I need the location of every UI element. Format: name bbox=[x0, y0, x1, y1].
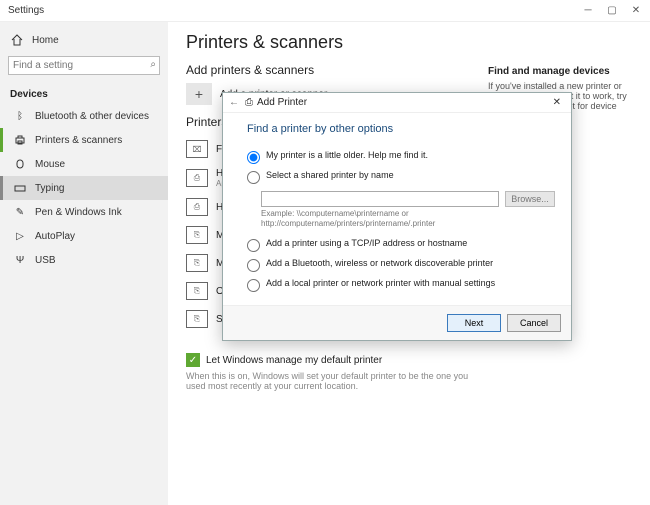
dialog-title: Add Printer bbox=[257, 97, 307, 108]
option-local[interactable]: Add a local printer or network printer w… bbox=[247, 275, 555, 295]
sidebar-item-label: Bluetooth & other devices bbox=[35, 111, 149, 122]
maximize-icon[interactable]: ▢ bbox=[606, 5, 618, 16]
usb-icon: Ψ bbox=[13, 253, 27, 267]
add-printer-dialog: ← ⎙ Add Printer ✕ Find a printer by othe… bbox=[222, 92, 572, 341]
pen-icon: ✎ bbox=[13, 205, 27, 219]
minimize-icon[interactable]: ─ bbox=[582, 5, 594, 16]
default-check-desc: When this is on, Windows will set your d… bbox=[186, 371, 486, 391]
sidebar-item-pen[interactable]: ✎ Pen & Windows Ink bbox=[0, 200, 168, 224]
sidebar-item-label: Typing bbox=[35, 183, 64, 194]
option-tcpip[interactable]: Add a printer using a TCP/IP address or … bbox=[247, 235, 555, 255]
close-icon[interactable]: ✕ bbox=[630, 5, 642, 16]
sidebar-item-mouse[interactable]: Mouse bbox=[0, 152, 168, 176]
option-label: Add a printer using a TCP/IP address or … bbox=[266, 238, 467, 248]
shared-name-input[interactable] bbox=[261, 191, 499, 207]
option-label: Add a local printer or network printer w… bbox=[266, 278, 495, 288]
search-icon: ⌕ bbox=[150, 59, 156, 70]
printer-icon bbox=[13, 133, 27, 147]
dialog-printer-icon: ⎙ bbox=[245, 97, 253, 108]
sidebar-item-autoplay[interactable]: ▷ AutoPlay bbox=[0, 224, 168, 248]
cancel-button[interactable]: Cancel bbox=[507, 314, 561, 332]
sidebar-item-printers[interactable]: Printers & scanners bbox=[0, 128, 168, 152]
checkbox-default-printer[interactable]: ✓ bbox=[186, 353, 200, 367]
sidebar-item-label: Pen & Windows Ink bbox=[35, 207, 122, 218]
printer-icon: ⎙ bbox=[186, 198, 208, 216]
sidebar-item-usb[interactable]: Ψ USB bbox=[0, 248, 168, 272]
sidebar-item-label: Printers & scanners bbox=[35, 135, 122, 146]
sidebar-item-label: AutoPlay bbox=[35, 231, 75, 242]
sidebar-item-label: USB bbox=[35, 255, 56, 266]
sidebar-home-label: Home bbox=[32, 35, 59, 46]
dialog-heading: Find a printer by other options bbox=[247, 123, 555, 135]
next-button[interactable]: Next bbox=[447, 314, 501, 332]
sidebar-item-label: Mouse bbox=[35, 159, 65, 170]
default-check-label: Let Windows manage my default printer bbox=[206, 355, 382, 366]
option-bluetooth[interactable]: Add a Bluetooth, wireless or network dis… bbox=[247, 255, 555, 275]
window-title: Settings bbox=[8, 5, 44, 16]
sidebar-section: Devices bbox=[0, 83, 168, 104]
info-heading: Find and manage devices bbox=[488, 66, 638, 77]
option-label: Add a Bluetooth, wireless or network dis… bbox=[266, 258, 493, 268]
printer-icon: ⎘ bbox=[186, 310, 208, 328]
bluetooth-icon: ᛒ bbox=[13, 109, 27, 123]
option-shared[interactable]: Select a shared printer by name bbox=[247, 167, 555, 187]
page-title: Printers & scanners bbox=[186, 32, 632, 53]
search-input[interactable] bbox=[8, 56, 160, 75]
back-icon[interactable]: ← bbox=[229, 97, 239, 108]
sidebar-home[interactable]: Home bbox=[0, 28, 168, 52]
keyboard-icon bbox=[13, 181, 27, 195]
mouse-icon bbox=[13, 157, 27, 171]
sidebar-item-typing[interactable]: Typing bbox=[0, 176, 168, 200]
browse-button[interactable]: Browse... bbox=[505, 191, 555, 207]
autoplay-icon: ▷ bbox=[13, 229, 27, 243]
home-icon bbox=[10, 33, 24, 47]
printer-icon: ⎘ bbox=[186, 282, 208, 300]
example-text: Example: \\computername\printername or h… bbox=[261, 209, 555, 229]
printer-icon: ⌧ bbox=[186, 140, 208, 158]
option-label: Select a shared printer by name bbox=[266, 170, 394, 180]
option-older[interactable]: My printer is a little older. Help me fi… bbox=[247, 147, 555, 167]
printer-icon: ⎘ bbox=[186, 226, 208, 244]
dialog-close-icon[interactable]: ✕ bbox=[549, 97, 565, 108]
printer-icon: ⎘ bbox=[186, 254, 208, 272]
sidebar: Home ⌕ Devices ᛒ Bluetooth & other devic… bbox=[0, 22, 168, 505]
sidebar-item-bluetooth[interactable]: ᛒ Bluetooth & other devices bbox=[0, 104, 168, 128]
printer-icon: ⎙ bbox=[186, 169, 208, 187]
option-label: My printer is a little older. Help me fi… bbox=[266, 150, 428, 160]
plus-icon: + bbox=[186, 83, 212, 105]
